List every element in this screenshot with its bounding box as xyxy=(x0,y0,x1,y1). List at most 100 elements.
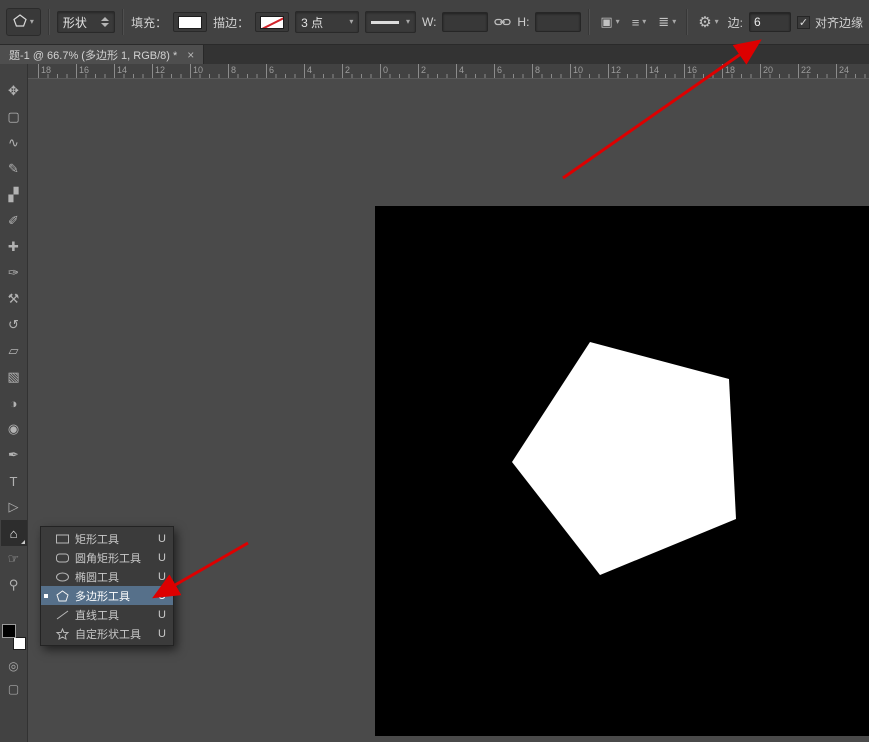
lasso-tool[interactable]: ∿ xyxy=(1,130,27,156)
ruler-tick: 14 xyxy=(646,64,684,78)
geometry-options-button[interactable]: ⚙ ▾ xyxy=(695,10,721,34)
quick-selection-tool[interactable]: ✎ xyxy=(1,156,27,182)
ruler-tick: 16 xyxy=(76,64,114,78)
separator xyxy=(122,9,124,35)
background-color-swatch[interactable] xyxy=(13,637,26,650)
type-tool[interactable]: T xyxy=(1,468,27,494)
stroke-label: 描边： xyxy=(213,14,249,31)
align-edges-checkbox[interactable]: ✓ 对齐边缘 xyxy=(797,14,863,31)
height-label: H: xyxy=(517,15,529,29)
separator xyxy=(588,9,590,35)
menu-item-rectangle-tool[interactable]: 矩形工具 U xyxy=(41,529,173,548)
menu-item-label: 多边形工具 xyxy=(75,588,130,604)
move-tool[interactable]: ✥ xyxy=(1,78,27,104)
ruler-tick: 18 xyxy=(722,64,760,78)
document-tab[interactable]: 题-1 @ 66.7% (多边形 1, RGB/8) * × xyxy=(0,45,204,64)
ruler-tick: 4 xyxy=(304,64,342,78)
width-label: W: xyxy=(422,15,436,29)
chevron-down-icon: ▾ xyxy=(715,18,719,26)
link-dimensions-icon[interactable] xyxy=(494,16,511,28)
menu-item-ellipse-tool[interactable]: 椭圆工具 U xyxy=(41,567,173,586)
rectangular-marquee-tool[interactable]: ▢ xyxy=(1,104,27,130)
screen-mode-button[interactable]: ▢ xyxy=(8,682,19,696)
ruler-tick: 6 xyxy=(494,64,532,78)
current-tool-marker xyxy=(44,594,51,598)
chevron-down-icon: ▾ xyxy=(406,18,410,26)
shape-tools-flyout-menu: 矩形工具 U 圆角矩形工具 U 椭圆工具 U xyxy=(40,526,174,646)
quick-mask-button[interactable]: ◎ xyxy=(8,659,18,673)
menu-item-label: 椭圆工具 xyxy=(75,569,119,585)
tools-list: ✥ ▢ ∿ ✎ ▞ xyxy=(1,78,27,598)
updown-arrows-icon xyxy=(101,17,109,27)
close-tab-icon[interactable]: × xyxy=(187,49,194,61)
path-alignment-icon: ≡ xyxy=(632,15,640,30)
ruler-tick: 8 xyxy=(228,64,266,78)
path-arrangement-button[interactable]: ≣ ▾ xyxy=(655,10,679,34)
crop-tool[interactable]: ▞ xyxy=(1,182,27,208)
menu-item-line-tool[interactable]: 直线工具 U xyxy=(41,605,173,624)
shape-tool[interactable]: ⌂ xyxy=(1,520,27,546)
menu-item-shortcut: U xyxy=(158,628,166,640)
path-operations-button[interactable]: ▣ ▾ xyxy=(597,10,622,34)
ruler-tick: 24 xyxy=(836,64,869,78)
tool-preset-button[interactable]: ▾ xyxy=(6,8,41,36)
gradient-tool[interactable]: ▧ xyxy=(1,364,27,390)
healing-brush-tool[interactable]: ✚ xyxy=(1,234,27,260)
path-selection-tool[interactable]: ▷ xyxy=(1,494,27,520)
ruler-tick: 20 xyxy=(760,64,798,78)
menu-item-polygon-tool[interactable]: 多边形工具 U xyxy=(41,586,173,605)
width-input[interactable] xyxy=(442,12,488,32)
pen-tool[interactable]: ✒ xyxy=(1,442,27,468)
tool-mode-select[interactable]: 形状 xyxy=(57,11,115,33)
ruler-tick: 2 xyxy=(342,64,380,78)
menu-item-rounded-rectangle-tool[interactable]: 圆角矩形工具 U xyxy=(41,548,173,567)
ruler-tick: 8 xyxy=(532,64,570,78)
rounded-rectangle-tool-icon xyxy=(55,552,71,564)
sides-input[interactable] xyxy=(749,12,791,32)
stroke-swatch-button[interactable] xyxy=(255,12,289,32)
line-tool-icon xyxy=(55,609,71,621)
eyedropper-tool[interactable]: ✐ xyxy=(1,208,27,234)
eraser-tool[interactable]: ▱ xyxy=(1,338,27,364)
tool-mode-value: 形状 xyxy=(63,14,87,31)
photoshop-window: ▾ 形状 填充： 描边： 3 点 ▾ ▾ W: xyxy=(0,0,869,742)
clone-stamp-tool[interactable]: ⚒ xyxy=(1,286,27,312)
path-alignment-button[interactable]: ≡ ▾ xyxy=(629,10,650,34)
menu-item-label: 圆角矩形工具 xyxy=(75,550,141,566)
polygon-tool-icon xyxy=(13,14,27,30)
history-brush-tool[interactable]: ↺ xyxy=(1,312,27,338)
rectangle-tool-icon xyxy=(55,533,71,545)
brush-tool[interactable]: ✑ xyxy=(1,260,27,286)
chevron-down-icon: ▾ xyxy=(349,18,353,26)
fill-color-chip xyxy=(178,16,202,29)
chevron-down-icon: ▾ xyxy=(616,18,620,26)
ruler-tick: 2 xyxy=(418,64,456,78)
blur-tool[interactable]: ◑ xyxy=(1,390,27,416)
align-edges-label: 对齐边缘 xyxy=(815,14,863,31)
stroke-type-select[interactable]: ▾ xyxy=(365,11,416,33)
menu-item-custom-shape-tool[interactable]: 自定形状工具 U xyxy=(41,624,173,643)
foreground-color-swatch[interactable] xyxy=(2,624,16,638)
hand-tool[interactable]: ☞ xyxy=(1,546,27,572)
document-canvas[interactable] xyxy=(375,206,869,736)
menu-item-label: 自定形状工具 xyxy=(75,626,141,642)
stroke-width-select[interactable]: 3 点 ▾ xyxy=(295,11,359,33)
ruler-tick: 6 xyxy=(266,64,304,78)
dodge-tool[interactable]: ◉ xyxy=(1,416,27,442)
checkbox-check-icon: ✓ xyxy=(797,16,810,29)
solid-line-icon xyxy=(371,21,399,24)
sides-label: 边: xyxy=(728,14,743,31)
path-operations-icon: ▣ xyxy=(600,14,612,30)
menu-item-shortcut: U xyxy=(158,609,166,621)
ruler-tick: 12 xyxy=(608,64,646,78)
zoom-tool[interactable]: ⚲ xyxy=(1,572,27,598)
ruler-tick: 10 xyxy=(570,64,608,78)
path-arrangement-icon: ≣ xyxy=(658,14,669,30)
polygon-tool-icon xyxy=(55,590,71,602)
menu-item-label: 直线工具 xyxy=(75,607,119,623)
color-swatches[interactable] xyxy=(2,624,26,650)
height-input[interactable] xyxy=(535,12,581,32)
fill-swatch-button[interactable] xyxy=(173,12,207,32)
document-tab-title: 题-1 @ 66.7% (多边形 1, RGB/8) * xyxy=(9,47,177,63)
custom-shape-tool-icon xyxy=(55,628,71,640)
